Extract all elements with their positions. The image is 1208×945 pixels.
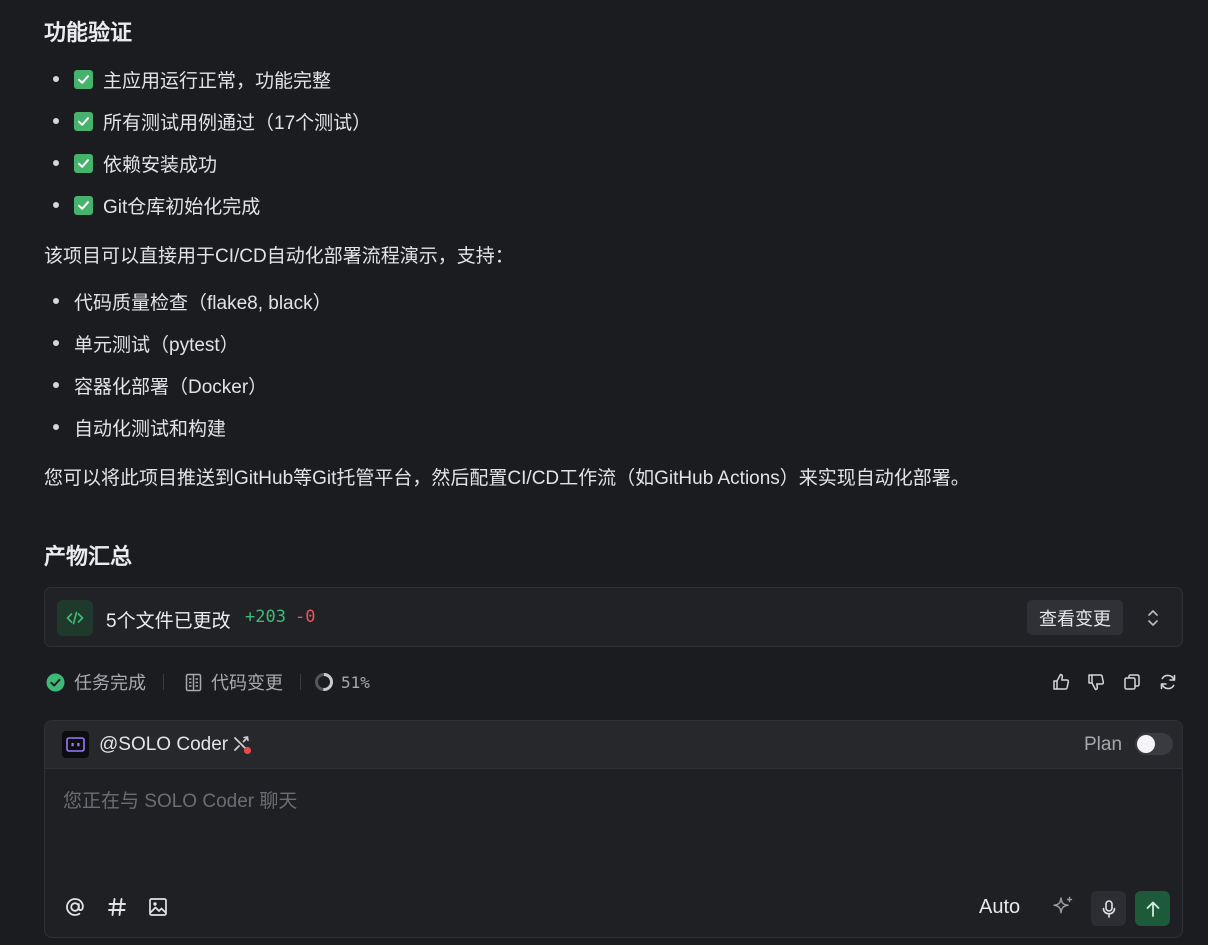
chat-composer: @SOLO Coder Plan Auto [44, 720, 1183, 938]
check-mark-icon [74, 153, 93, 173]
check-mark-icon [74, 195, 93, 215]
composer-header: @SOLO Coder Plan [45, 721, 1182, 769]
check-mark-icon [74, 69, 93, 89]
deletions-count: -0 [295, 607, 316, 627]
list-item-text: 自动化测试和构建 [74, 418, 227, 440]
model-selector[interactable]: Auto [979, 896, 1020, 919]
thumbs-down-icon[interactable] [1084, 670, 1108, 694]
bullet-dot [53, 202, 59, 208]
list-item-text: 依赖安装成功 [103, 154, 218, 176]
list-item: Git仓库初始化完成 [44, 193, 261, 218]
solo-coder-avatar-icon [62, 731, 89, 758]
plan-mode-toggle[interactable] [1135, 733, 1173, 755]
divider [300, 674, 301, 690]
send-arrow-icon[interactable] [1135, 891, 1170, 926]
task-complete-status: 任务完成 [46, 668, 146, 696]
bullet-dot [53, 382, 59, 388]
task-complete-label: 任务完成 [74, 673, 146, 693]
list-item-text: 容器化部署（Docker） [74, 376, 268, 398]
bullet-dot [53, 340, 59, 346]
copy-icon[interactable] [1120, 670, 1144, 694]
section-heading-verify: 功能验证 [44, 20, 133, 45]
hashtag-icon[interactable] [105, 895, 129, 919]
bullet-dot [53, 160, 59, 166]
view-changes-button[interactable]: 查看变更 [1027, 600, 1123, 635]
task-status-bar: 任务完成 代码变更 51% [44, 668, 1183, 696]
bullet-dot [53, 76, 59, 82]
additions-count: +203 [245, 607, 286, 627]
list-item-text: Git仓库初始化完成 [103, 196, 261, 218]
agent-mention[interactable]: @SOLO Coder [99, 734, 228, 756]
mention-at-icon[interactable] [63, 895, 87, 919]
list-item: 自动化测试和构建 [44, 415, 227, 440]
files-changed-label: 5个文件已更改 [106, 611, 231, 632]
plan-mode-label: Plan [1084, 734, 1123, 755]
context-usage: 51% [314, 668, 370, 696]
list-item: 代码质量检查（flake8, black） [44, 289, 332, 314]
list-item-text: 代码质量检查（flake8, black） [74, 292, 332, 314]
code-icon [57, 600, 93, 636]
microphone-icon[interactable] [1091, 891, 1126, 926]
chat-input[interactable] [63, 787, 1063, 817]
thumbs-up-icon[interactable] [1049, 670, 1073, 694]
list-item-text: 单元测试（pytest） [74, 334, 239, 356]
list-item: 主应用运行正常，功能完整 [44, 67, 332, 92]
progress-ring-icon [315, 673, 333, 691]
bullet-dot [53, 298, 59, 304]
list-item: 容器化部署（Docker） [44, 373, 268, 398]
section-heading-summary: 产物汇总 [44, 544, 133, 569]
context-usage-percent: 51% [341, 672, 370, 692]
list-item: 所有测试用例通过（17个测试） [44, 109, 372, 134]
code-changes-label: 代码变更 [211, 673, 283, 693]
divider [163, 674, 164, 690]
check-mark-icon [74, 111, 93, 131]
list-item-text: 主应用运行正常，功能完整 [103, 70, 332, 92]
tools-icon[interactable] [231, 734, 253, 756]
bullet-dot [53, 424, 59, 430]
check-circle-icon [46, 673, 65, 691]
code-changes-link[interactable]: 代码变更 [184, 668, 283, 696]
sparkle-icon[interactable] [1051, 895, 1075, 919]
support-intro: 该项目可以直接用于CI/CD自动化部署流程演示，支持： [44, 246, 514, 267]
chevron-up-down-icon[interactable] [1143, 606, 1163, 630]
diff-file-icon [185, 673, 202, 691]
bullet-dot [53, 118, 59, 124]
regenerate-icon[interactable] [1156, 670, 1180, 694]
list-item: 依赖安装成功 [44, 151, 218, 176]
toggle-knob [1137, 735, 1155, 753]
list-item-text: 所有测试用例通过（17个测试） [103, 112, 372, 134]
closing-paragraph: 您可以将此项目推送到GitHub等Git托管平台，然后配置CI/CD工作流（如G… [44, 468, 970, 489]
image-upload-icon[interactable] [146, 895, 170, 919]
list-item: 单元测试（pytest） [44, 331, 239, 356]
file-changes-card: 5个文件已更改 +203 -0 查看变更 [44, 587, 1183, 647]
